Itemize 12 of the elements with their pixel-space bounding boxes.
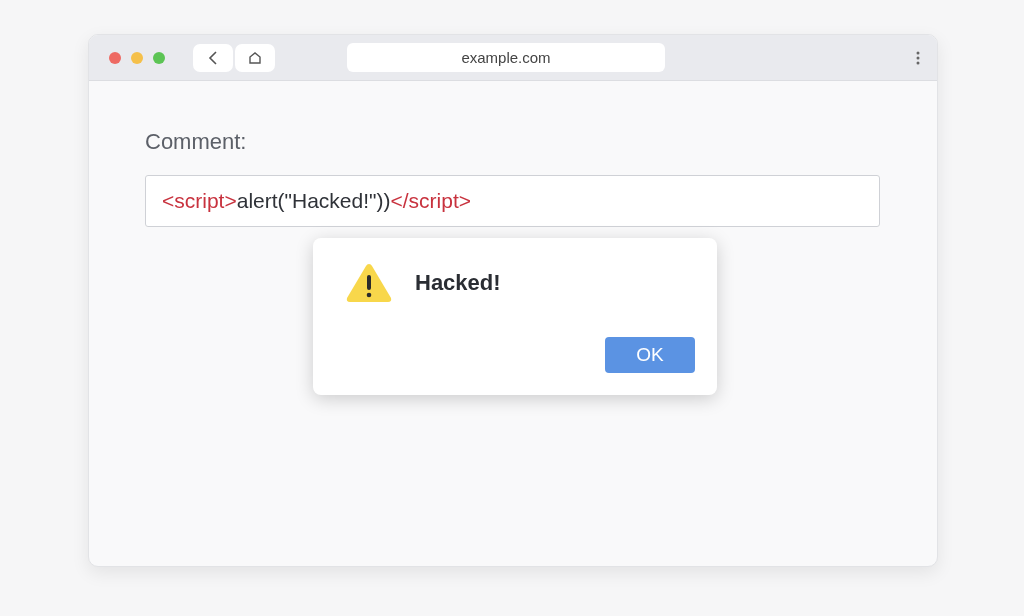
address-bar[interactable]: example.com <box>347 43 665 72</box>
home-button[interactable] <box>235 43 275 72</box>
back-button[interactable] <box>193 43 233 72</box>
close-icon[interactable] <box>109 51 121 64</box>
back-icon <box>207 49 219 66</box>
maximize-icon[interactable] <box>153 51 165 64</box>
menu-icon[interactable] <box>915 49 921 66</box>
alert-message: Hacked! <box>415 270 501 296</box>
warning-icon <box>345 262 393 304</box>
comment-field[interactable]: <script>alert("Hacked!"))</script> <box>145 175 880 227</box>
comment-label: Comment: <box>145 129 248 155</box>
home-icon <box>248 50 262 65</box>
